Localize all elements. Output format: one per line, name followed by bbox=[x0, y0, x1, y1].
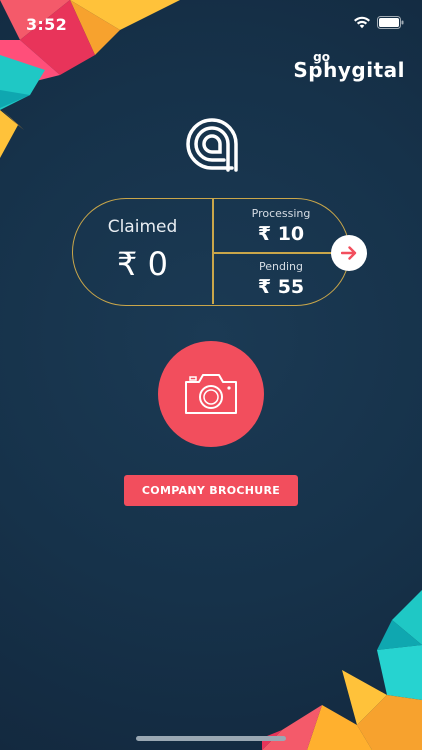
claimed-value: ₹ 0 bbox=[117, 245, 168, 283]
pending-value: ₹ 55 bbox=[257, 276, 305, 298]
horizontal-divider bbox=[213, 252, 349, 254]
camera-button[interactable] bbox=[158, 341, 264, 447]
status-icons bbox=[353, 16, 404, 29]
wifi-icon bbox=[354, 16, 370, 29]
pending-label: Pending bbox=[259, 260, 303, 273]
company-brochure-button[interactable]: COMPANY BROCHURE bbox=[124, 475, 298, 506]
processing-label: Processing bbox=[251, 207, 311, 220]
view-details-button[interactable] bbox=[331, 235, 367, 271]
camera-icon bbox=[185, 374, 237, 414]
decorative-corner-bottom-right bbox=[262, 590, 422, 750]
status-time: 3:52 bbox=[26, 15, 67, 34]
earnings-summary-card: Claimed ₹ 0 Processing ₹ 10 Pending ₹ 55 bbox=[72, 198, 350, 306]
arrow-right-icon bbox=[341, 246, 357, 260]
battery-icon bbox=[377, 16, 404, 29]
home-indicator[interactable] bbox=[136, 736, 286, 741]
app-screen: 3:52 go Sphygital Claimed ₹ 0 Processing… bbox=[0, 0, 422, 750]
processing-value: ₹ 10 bbox=[257, 223, 305, 245]
a-logo-icon bbox=[186, 118, 238, 172]
claimed-label: Claimed bbox=[107, 217, 178, 237]
brand-logo: Sphygital bbox=[293, 58, 405, 82]
